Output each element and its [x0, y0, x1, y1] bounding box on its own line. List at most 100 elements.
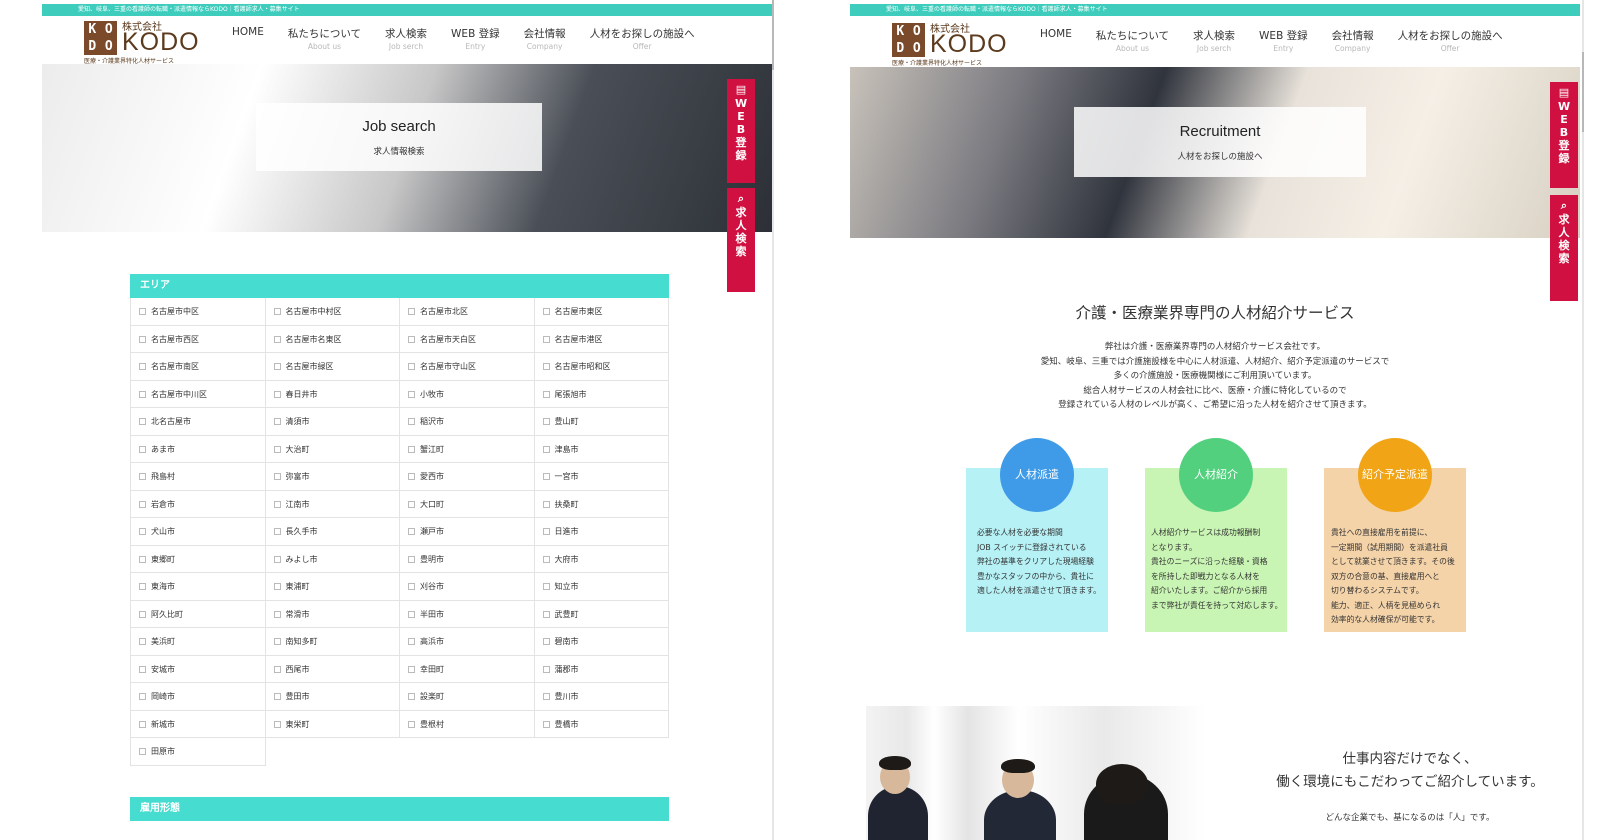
area-checkbox[interactable] [408, 363, 415, 370]
area-checkbox[interactable] [273, 445, 281, 453]
area-option[interactable]: 刈谷市 [400, 573, 535, 601]
nav-offer[interactable]: 人材をお探しの施設へ Offer [1386, 28, 1515, 58]
area-checkbox[interactable] [273, 720, 281, 728]
area-checkbox[interactable] [542, 390, 550, 398]
area-option[interactable]: 大口町 [400, 490, 535, 518]
area-option[interactable]: 名古屋市守山区 [400, 353, 535, 381]
area-checkbox[interactable] [139, 528, 146, 535]
area-option[interactable]: 岩倉市 [131, 490, 266, 518]
area-option[interactable]: 稲沢市 [400, 408, 535, 436]
area-checkbox[interactable] [542, 638, 550, 645]
area-option[interactable]: 一宮市 [534, 463, 669, 491]
area-checkbox[interactable] [139, 500, 146, 508]
area-option[interactable]: 新城市 [131, 710, 266, 738]
area-checkbox[interactable] [408, 445, 415, 453]
area-option[interactable]: 美浜町 [131, 628, 266, 656]
web-entry-side-tab[interactable]: ▤ WEB登録 [727, 79, 755, 183]
nav-company[interactable]: 会社情報 Company [1320, 28, 1386, 58]
area-checkbox[interactable] [273, 473, 281, 480]
area-checkbox[interactable] [139, 583, 146, 590]
area-option[interactable]: 設楽町 [400, 683, 535, 711]
nav-web-entry[interactable]: WEB 登録 Entry [1247, 28, 1320, 58]
area-checkbox[interactable] [139, 418, 146, 425]
site-logo[interactable]: KO DO 株式会社 KODO 医療・介護業界特化人材サービス [84, 18, 199, 65]
area-option[interactable]: 名古屋市緑区 [265, 353, 400, 381]
area-checkbox[interactable] [542, 528, 550, 535]
area-option[interactable]: 高浜市 [400, 628, 535, 656]
area-checkbox[interactable] [408, 390, 415, 398]
area-checkbox[interactable] [542, 418, 550, 425]
area-checkbox[interactable] [408, 473, 415, 480]
area-checkbox[interactable] [542, 363, 550, 370]
area-checkbox[interactable] [542, 583, 550, 590]
area-option[interactable]: 東栄町 [265, 710, 400, 738]
area-checkbox[interactable] [408, 583, 415, 590]
nav-about[interactable]: 私たちについて About us [276, 26, 373, 56]
area-option[interactable]: 小牧市 [400, 380, 535, 408]
area-checkbox[interactable] [408, 335, 415, 343]
area-checkbox[interactable] [139, 555, 146, 563]
area-option[interactable]: 愛西市 [400, 463, 535, 491]
area-checkbox[interactable] [273, 665, 281, 673]
area-option[interactable]: 碧南市 [534, 628, 669, 656]
job-search-side-tab[interactable]: ⌕ 求人検索 [727, 188, 755, 292]
area-option[interactable]: 尾張旭市 [534, 380, 669, 408]
web-entry-side-tab[interactable]: ▤ WEB登録 [1550, 82, 1578, 188]
area-option[interactable]: 武豊町 [534, 600, 669, 628]
area-checkbox[interactable] [273, 418, 281, 425]
left-scrollbar[interactable] [772, 0, 774, 840]
area-checkbox[interactable] [139, 610, 146, 618]
area-option[interactable]: 名古屋市北区 [400, 298, 535, 326]
area-checkbox[interactable] [273, 363, 281, 370]
area-checkbox[interactable] [408, 665, 415, 673]
area-option[interactable]: 阿久比町 [131, 600, 266, 628]
area-option[interactable]: 知立市 [534, 573, 669, 601]
area-checkbox[interactable] [542, 308, 550, 315]
area-checkbox[interactable] [542, 500, 550, 508]
area-option[interactable]: 豊根村 [400, 710, 535, 738]
area-checkbox[interactable] [408, 500, 415, 508]
area-option[interactable]: 津島市 [534, 435, 669, 463]
area-option[interactable]: 豊橋市 [534, 710, 669, 738]
right-scrollbar[interactable] [1582, 0, 1584, 840]
nav-home[interactable]: HOME [220, 26, 276, 56]
area-checkbox[interactable] [139, 363, 146, 370]
area-checkbox[interactable] [408, 638, 415, 645]
area-checkbox[interactable] [542, 693, 550, 700]
area-checkbox[interactable] [139, 445, 146, 453]
area-option[interactable]: 田原市 [131, 738, 266, 766]
area-checkbox[interactable] [408, 555, 415, 563]
nav-company[interactable]: 会社情報 Company [512, 26, 578, 56]
area-option[interactable]: 名古屋市名東区 [265, 325, 400, 353]
area-checkbox[interactable] [139, 638, 146, 645]
area-checkbox[interactable] [139, 720, 146, 728]
area-checkbox[interactable] [273, 638, 281, 645]
area-option[interactable]: 名古屋市中川区 [131, 380, 266, 408]
area-checkbox[interactable] [139, 665, 146, 673]
area-option[interactable]: 南知多町 [265, 628, 400, 656]
area-option[interactable]: 名古屋市中区 [131, 298, 266, 326]
area-option[interactable]: 名古屋市南区 [131, 353, 266, 381]
area-checkbox[interactable] [542, 555, 550, 563]
area-option[interactable]: 江南市 [265, 490, 400, 518]
area-checkbox[interactable] [273, 610, 281, 618]
area-option[interactable]: 幸田町 [400, 655, 535, 683]
area-checkbox[interactable] [542, 473, 550, 480]
area-checkbox[interactable] [139, 335, 146, 343]
area-option[interactable]: 大府市 [534, 545, 669, 573]
area-option[interactable]: 飛島村 [131, 463, 266, 491]
area-option[interactable]: 扶桑町 [534, 490, 669, 518]
site-logo[interactable]: KO DO 株式会社 KODO 医療・介護業界特化人材サービス [892, 20, 1007, 67]
area-option[interactable]: 蟹江町 [400, 435, 535, 463]
job-search-side-tab[interactable]: ⌕ 求人検索 [1550, 195, 1578, 301]
area-option[interactable]: 東浦町 [265, 573, 400, 601]
area-checkbox[interactable] [408, 693, 415, 700]
area-option[interactable]: 名古屋市天白区 [400, 325, 535, 353]
area-checkbox[interactable] [542, 610, 550, 618]
area-option[interactable]: 豊明市 [400, 545, 535, 573]
area-checkbox[interactable] [408, 720, 415, 728]
area-checkbox[interactable] [139, 693, 146, 700]
area-checkbox[interactable] [273, 528, 281, 535]
area-checkbox[interactable] [273, 308, 281, 315]
area-option[interactable]: 日進市 [534, 518, 669, 546]
